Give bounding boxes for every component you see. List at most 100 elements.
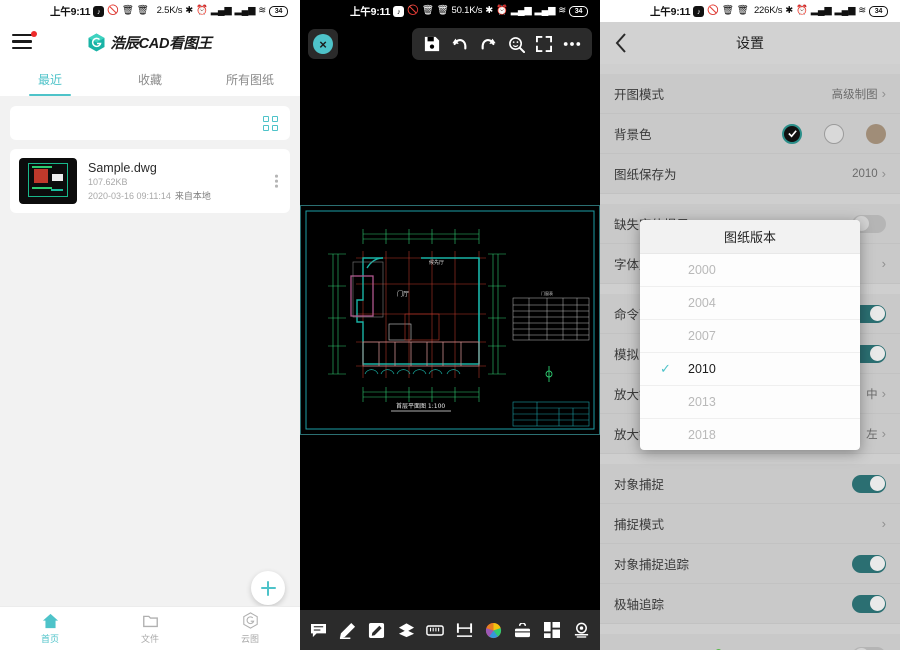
setting-value: 2010 (852, 168, 878, 180)
signal-icon: ▂▄▆ (534, 6, 555, 16)
hamburger-menu-icon[interactable] (12, 34, 34, 50)
dialog-option-2007[interactable]: 2007 (640, 320, 860, 353)
setting-row-open-mode[interactable]: 开图模式 高级制图› (600, 74, 900, 114)
app-title: 浩辰CAD看图王 (110, 32, 212, 53)
setting-row-snap-mode[interactable]: 捕捉模式 › (600, 504, 900, 544)
nav-label: 文件 (141, 632, 159, 645)
setting-row-object-snap[interactable]: 对象捕捉 (600, 464, 900, 504)
toggle-polar-tracking[interactable] (852, 595, 886, 613)
nav-item-files[interactable]: 文件 (100, 607, 200, 650)
dialog-option-2018[interactable]: 2018 (640, 419, 860, 450)
file-source: 来自本地 (175, 191, 211, 201)
grid-view-icon[interactable] (263, 116, 278, 131)
view-button[interactable] (570, 619, 592, 641)
editor-toolbar (300, 610, 600, 650)
brand: 浩辰CAD看图王 (0, 32, 300, 53)
signal-icon: ▂▄▆ (234, 6, 255, 16)
option-label: 2010 (688, 362, 716, 376)
measure-button[interactable] (424, 619, 446, 641)
more-button[interactable] (558, 28, 586, 60)
save-icon (424, 36, 440, 52)
drawing-title: 首层平面图 1:100 (396, 402, 445, 410)
app-logo-icon (88, 33, 105, 52)
setting-value: 中 (866, 386, 878, 402)
nav-item-home[interactable]: 首页 (0, 607, 100, 650)
zoom-icon (508, 36, 525, 53)
file-options-button[interactable] (275, 175, 278, 188)
color-wheel-button[interactable] (483, 619, 505, 641)
setting-row-polar-tracking[interactable]: 极轴追踪 (600, 584, 900, 624)
redo-button[interactable] (474, 28, 502, 60)
fullscreen-icon (536, 36, 552, 52)
drawing-version-dialog[interactable]: 图纸版本 2000 2004 2007 ✓2010 2013 2018 (640, 220, 860, 450)
fullscreen-button[interactable] (530, 28, 558, 60)
undo-button[interactable] (446, 28, 474, 60)
zoom-button[interactable] (502, 28, 530, 60)
folder-icon (142, 613, 159, 629)
wifi-icon: ≋ (258, 6, 266, 16)
dialog-option-2010[interactable]: ✓2010 (640, 353, 860, 386)
signal-icon: ▂▄▆ (211, 6, 232, 16)
panel-cad-viewer: 上午9:11 ♪ 🚫 🗑 🗑 50.1K/s ✱ ⏰ ▂▄▆ ▂▄▆ ≋ 34 … (300, 0, 600, 650)
tab-label: 所有图纸 (226, 71, 274, 88)
close-icon: × (313, 34, 333, 54)
layout-button[interactable] (541, 619, 563, 641)
more-icon (563, 41, 581, 47)
toggle-object-snap[interactable] (852, 475, 886, 493)
setting-label: 对象捕捉追踪 (614, 554, 689, 573)
file-name: Sample.dwg (88, 161, 211, 175)
status-bar-panel3: 上午9:11 ♪ 🚫 🗑 🗑 226K/s ✱ ⏰ ▂▄▆ ▂▄▆ ≋ 34 (600, 0, 900, 22)
alarm-icon: ⏰ (196, 6, 208, 16)
chevron-right-icon: › (882, 87, 886, 100)
status-time: 上午9:11 (350, 4, 390, 19)
pen-button[interactable] (337, 619, 359, 641)
close-button[interactable]: × (308, 29, 338, 59)
color-wheel-icon (485, 622, 502, 639)
setting-row-background-color[interactable]: 背景色 (600, 114, 900, 154)
list-item[interactable]: Sample.dwg 107.62KB 2020-03-16 09:11:14来… (10, 149, 290, 213)
tab-all-drawings[interactable]: 所有图纸 (200, 62, 300, 96)
tab-recent[interactable]: 最近 (0, 62, 100, 96)
toolbox-button[interactable] (512, 619, 534, 641)
mute-icon: 🚫 (707, 6, 719, 16)
alarm-icon: ⏰ (496, 6, 508, 16)
dialog-option-2004[interactable]: 2004 (640, 287, 860, 320)
layers-button[interactable] (395, 619, 417, 641)
three-panel-screenshot: 上午9:11 ♪ 🚫 🗑 🗑 2.5K/s ✱ ⏰ ▂▄▆ ▂▄▆ ≋ 34 (0, 0, 900, 650)
trash-icon: 🗑 (722, 6, 734, 16)
setting-row-save-as[interactable]: 图纸保存为 2010› (600, 154, 900, 194)
dimension-button[interactable] (454, 619, 476, 641)
dialog-option-2000[interactable]: 2000 (640, 254, 860, 287)
tab-favorites[interactable]: 收藏 (100, 62, 200, 96)
nav-label: 云图 (241, 632, 259, 645)
battery-icon: 34 (269, 6, 288, 17)
dialog-option-2013[interactable]: 2013 (640, 386, 860, 419)
edit-button[interactable] (366, 619, 388, 641)
save-button[interactable] (418, 28, 446, 60)
toggle-snap-tracking[interactable] (852, 555, 886, 573)
search-bar[interactable] (10, 106, 290, 140)
alarm-icon: ⏰ (796, 6, 808, 16)
comment-button[interactable] (308, 619, 330, 641)
mute-icon: 🚫 (107, 6, 119, 16)
setting-label: 极轴追踪 (614, 594, 664, 613)
status-time: 上午9:11 (650, 4, 690, 19)
option-label: 2018 (688, 428, 716, 442)
option-label: 2004 (688, 296, 716, 310)
toggle-auto-record[interactable] (852, 647, 886, 650)
tab-label: 最近 (38, 71, 62, 88)
nav-item-cloud[interactable]: 云图 (200, 607, 300, 650)
tiktok-icon: ♪ (693, 6, 704, 17)
view-icon (573, 622, 590, 638)
tab-bar: 最近 收藏 所有图纸 (0, 62, 300, 96)
swatch-tan[interactable] (866, 124, 886, 144)
setting-row-auto-record[interactable]: 自动记录测量结果 (600, 634, 900, 650)
cad-canvas[interactable]: 门厅 候先厅 门窗表 首层平面图 1:100 (300, 205, 600, 435)
add-file-button[interactable] (251, 571, 285, 605)
setting-row-snap-tracking[interactable]: 对象捕捉追踪 (600, 544, 900, 584)
trash-icon: 🗑 (137, 6, 149, 16)
swatch-white[interactable] (824, 124, 844, 144)
room-label: 门厅 (397, 290, 409, 298)
swatch-black[interactable] (782, 124, 802, 144)
option-label: 2007 (688, 329, 716, 343)
